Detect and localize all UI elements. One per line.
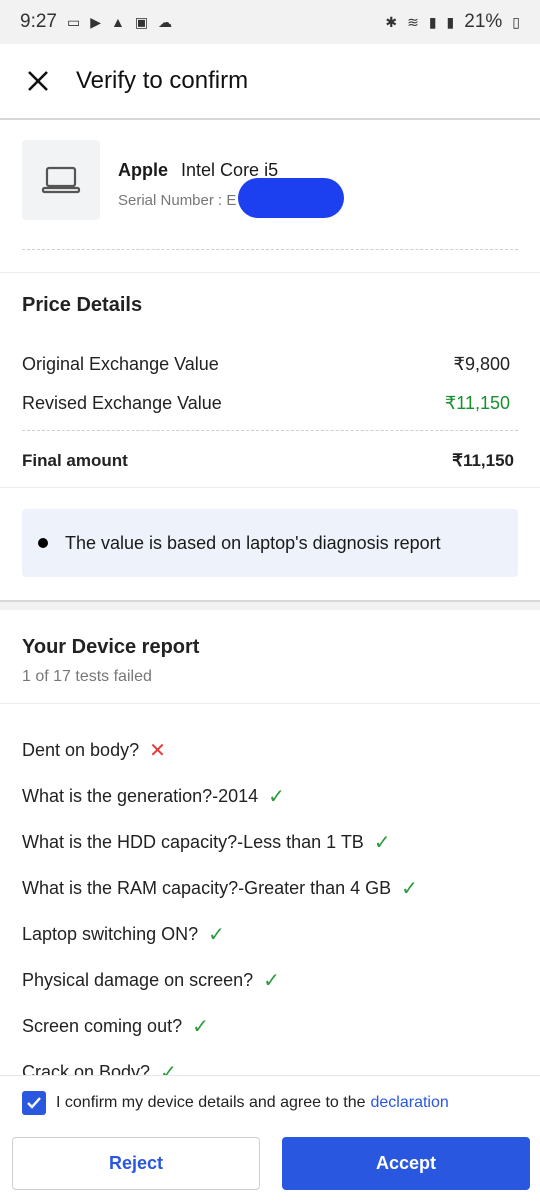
page-title: Verify to confirm: [76, 67, 249, 94]
redaction-scribble: [238, 178, 344, 218]
divider: [22, 430, 518, 431]
close-button[interactable]: [22, 65, 54, 97]
consent-text: I confirm my device details and agree to…: [56, 1094, 366, 1111]
info-note-text: The value is based on laptop's diagnosis…: [65, 532, 441, 553]
accept-button[interactable]: Accept: [282, 1137, 530, 1190]
serial-number: Serial Number : E: [118, 192, 237, 209]
divider: [0, 487, 540, 488]
check-icon: ✓: [208, 924, 225, 946]
test-item: Dent on body? ✕: [22, 740, 166, 762]
final-amount-value: ₹11,150: [452, 451, 514, 470]
price-details-title: Price Details: [22, 294, 143, 316]
price-value: ₹11,150: [444, 393, 510, 413]
consent-row: I confirm my device details and agree to…: [22, 1091, 449, 1115]
device-card: Apple Intel Core i5 Serial Number : E: [0, 122, 540, 270]
cloud-icon: ☁: [158, 13, 173, 30]
app-bar: Verify to confirm: [0, 44, 540, 120]
test-item: Screen coming out? ✓: [22, 1016, 209, 1038]
price-label: Revised Exchange Value: [22, 393, 222, 413]
signal-icon-2: ▮: [446, 13, 455, 30]
bullet-icon: [38, 538, 48, 548]
check-icon: ✓: [373, 832, 391, 854]
check-icon: ✓: [401, 878, 418, 900]
price-value: ₹9,800: [453, 354, 511, 374]
divider: [22, 249, 518, 250]
status-bar: 9:27 ▭ ▶ ▲ ▣ ☁ ✱ ≋ ▮ ▮ 21% ▯: [0, 0, 540, 44]
test-item: What is the RAM capacity?-Greater than 4…: [22, 878, 418, 900]
final-amount-row: Final amount ₹11,150: [22, 451, 514, 471]
price-row-revised: Revised Exchange Value ₹11,150: [22, 393, 510, 414]
test-item: Laptop switching ON? ✓: [22, 924, 225, 946]
voicemail-icon: ▭: [66, 13, 81, 30]
device-report-subtitle: 1 of 17 tests failed: [22, 668, 152, 685]
device-model: Intel Core i5: [181, 160, 279, 180]
image-icon: ▣: [134, 13, 149, 30]
youtube-icon: ▶: [90, 13, 101, 30]
check-icon: ✓: [268, 786, 285, 808]
laptop-icon: [41, 166, 81, 194]
signal-icon: ▮: [428, 13, 437, 30]
section-separator: [0, 600, 540, 610]
reject-button[interactable]: Reject: [12, 1137, 260, 1190]
bluetooth-icon: ✱: [385, 13, 398, 30]
declaration-link[interactable]: declaration: [371, 1094, 449, 1112]
wifi-icon: ≋: [407, 13, 419, 30]
status-time: 9:27: [20, 11, 57, 32]
battery-icon: ▯: [512, 13, 520, 30]
test-item: What is the generation?-2014 ✓: [22, 786, 285, 808]
test-item: What is the HDD capacity?-Less than 1 TB…: [22, 832, 391, 854]
navigation-icon: ▲: [111, 14, 125, 30]
info-note: The value is based on laptop's diagnosis…: [22, 509, 518, 577]
device-brand: Apple: [118, 160, 169, 180]
divider: [0, 272, 540, 273]
close-icon: [28, 71, 48, 91]
final-amount-label: Final amount: [22, 451, 128, 470]
test-item: Physical damage on screen? ✓: [22, 970, 280, 992]
price-row-original: Original Exchange Value ₹9,800: [22, 354, 510, 375]
battery-text: 21%: [464, 11, 503, 32]
check-icon: ✓: [263, 970, 280, 992]
check-icon: ✓: [192, 1016, 209, 1038]
divider: [0, 703, 540, 704]
device-report-title: Your Device report: [22, 636, 200, 658]
cross-icon: ✕: [149, 740, 166, 762]
checkmark-icon: [27, 1097, 41, 1109]
bottom-action-bar: I confirm my device details and agree to…: [0, 1075, 540, 1201]
consent-checkbox[interactable]: [22, 1091, 46, 1115]
device-thumbnail: [22, 140, 100, 220]
price-label: Original Exchange Value: [22, 354, 219, 374]
